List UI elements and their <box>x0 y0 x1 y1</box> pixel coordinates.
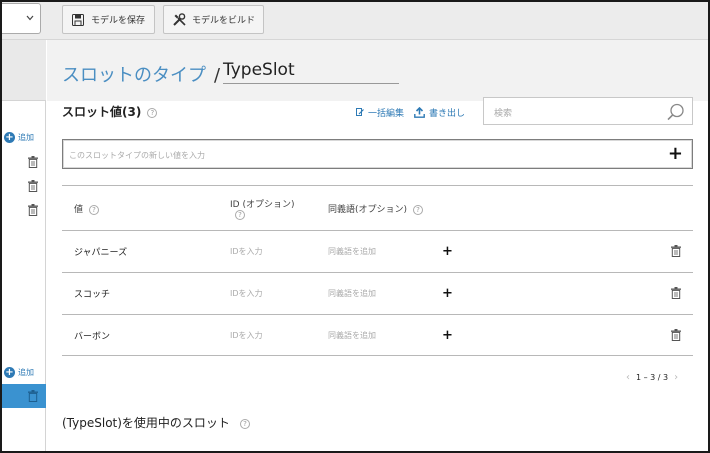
add-value-button[interactable]: + <box>668 144 683 164</box>
prev-page-button[interactable]: ‹ <box>626 372 630 383</box>
next-page-button[interactable]: › <box>674 372 678 383</box>
row-id-input[interactable]: IDを入力 <box>230 246 263 257</box>
table-top-divider <box>62 185 693 186</box>
bulk-edit-label: 一括編集 <box>368 109 405 119</box>
trash-icon[interactable] <box>671 245 681 257</box>
sidebar-add-label: 追加 <box>18 368 34 377</box>
column-header-synonyms: 同義語(オプション)? <box>328 202 424 215</box>
add-synonym-button[interactable]: + <box>442 329 453 342</box>
upload-icon <box>414 107 425 118</box>
page-title-link[interactable]: スロットのタイプ <box>62 65 206 86</box>
bulk-edit-button[interactable]: 一括編集 <box>356 106 404 119</box>
row-divider <box>62 272 693 273</box>
search-icon[interactable] <box>667 103 685 121</box>
slot-values-label: スロット値(3) <box>62 105 142 119</box>
help-icon[interactable]: ? <box>235 210 245 220</box>
slot-type-name-input[interactable]: TypeSlot <box>223 60 399 84</box>
row-synonym-input[interactable]: 同義語を追加 <box>328 288 376 299</box>
pagination: ‹ 1 – 3 / 3 › <box>620 372 684 383</box>
sidebar-add-label: 追加 <box>18 133 34 142</box>
column-header-id-label: ID (オプション) <box>230 200 295 210</box>
add-synonym-button[interactable]: + <box>442 245 453 258</box>
add-synonym-button[interactable]: + <box>442 287 453 300</box>
new-slot-value-input[interactable]: このスロットタイプの新しい値を入力 + <box>62 139 693 169</box>
help-icon[interactable]: ? <box>89 204 100 215</box>
search-input[interactable]: 検索 <box>483 97 693 125</box>
row-id-input[interactable]: IDを入力 <box>230 288 263 299</box>
column-header-value-label: 値 <box>74 205 84 215</box>
plus-circle-icon: + <box>4 367 15 378</box>
sidebar-add-button-1[interactable]: + 追加 <box>4 132 34 143</box>
slot-type-sidebar: + 追加 + 追加 <box>2 40 46 451</box>
skill-select-dropdown[interactable] <box>2 3 41 34</box>
row-synonym-input[interactable]: 同義語を追加 <box>328 330 376 341</box>
column-header-synonyms-label: 同義語(オプション) <box>328 205 408 215</box>
floppy-disk-icon <box>72 13 86 27</box>
search-placeholder: 検索 <box>494 109 513 119</box>
toolbar: モデルを保存 モデルをビルド <box>2 2 708 40</box>
page-title: スロットのタイプ / <box>62 61 226 87</box>
slot-type-editor: スロットのタイプ / TypeSlot スロット値(3)? 一括編集 書き出し 検… <box>47 40 708 451</box>
trash-icon[interactable] <box>671 287 681 299</box>
new-slot-value-placeholder: このスロットタイプの新しい値を入力 <box>69 151 205 160</box>
column-header-id: ID (オプション) ? <box>230 197 294 221</box>
edit-icon <box>356 108 364 117</box>
trash-icon[interactable] <box>671 329 681 341</box>
save-model-button[interactable]: モデルを保存 <box>62 5 155 34</box>
slot-values-heading: スロット値(3)? <box>62 103 158 120</box>
column-header-value: 値? <box>74 202 100 215</box>
row-divider <box>62 314 693 315</box>
save-model-label: モデルを保存 <box>91 16 146 26</box>
table-bottom-divider <box>62 355 693 356</box>
chevron-down-icon <box>26 15 34 21</box>
build-model-button[interactable]: モデルをビルド <box>163 5 264 34</box>
help-icon[interactable]: ? <box>147 107 158 118</box>
title-separator: / <box>214 65 221 86</box>
trash-icon[interactable] <box>28 390 38 402</box>
sidebar-header-band <box>2 40 46 101</box>
row-synonym-input[interactable]: 同義語を追加 <box>328 246 376 257</box>
help-icon[interactable]: ? <box>413 204 424 215</box>
used-in-slots-heading: (TypeSlot)を使用中のスロット? <box>62 414 250 431</box>
table-header-divider <box>62 230 693 231</box>
page-range: 1 – 3 / 3 <box>636 373 669 382</box>
row-id-input[interactable]: IDを入力 <box>230 330 263 341</box>
build-model-label: モデルをビルド <box>192 16 256 26</box>
plus-circle-icon: + <box>4 132 15 143</box>
sidebar-add-button-2[interactable]: + 追加 <box>4 367 34 378</box>
trash-icon[interactable] <box>28 204 38 216</box>
export-button[interactable]: 書き出し <box>414 106 465 119</box>
export-label: 書き出し <box>429 109 466 119</box>
sidebar-item-active[interactable] <box>2 384 46 408</box>
used-in-slots-label: (TypeSlot)を使用中のスロット <box>62 416 230 430</box>
row-value: スコッチ <box>74 290 111 300</box>
help-icon[interactable]: ? <box>239 418 250 429</box>
trash-icon[interactable] <box>28 180 38 192</box>
row-value: バーボン <box>74 332 111 342</box>
wrench-screwdriver-icon <box>173 13 187 27</box>
row-value: ジャパニーズ <box>74 248 128 258</box>
trash-icon[interactable] <box>28 156 38 168</box>
